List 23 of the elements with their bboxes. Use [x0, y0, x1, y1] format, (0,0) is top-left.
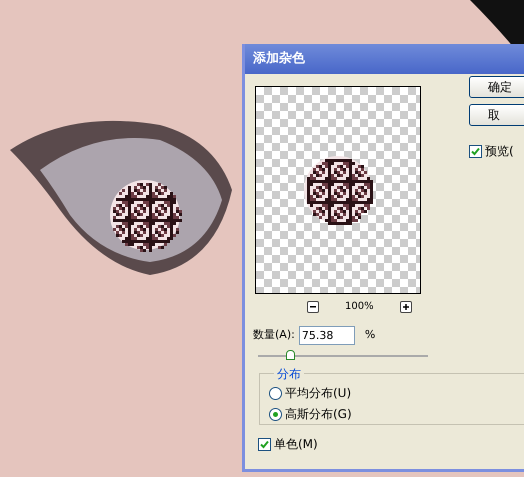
percent-unit: % [364, 327, 376, 344]
preview-label: 预览( [485, 143, 514, 160]
radio-button[interactable] [269, 386, 282, 400]
dialog-button[interactable]: 取 [469, 104, 524, 126]
zoom-out-button[interactable] [307, 300, 319, 312]
zoom-in-button[interactable] [400, 300, 412, 312]
minus-icon [310, 306, 316, 308]
dialog-button[interactable]: 确定 [469, 76, 524, 98]
zoom-level: 100% [345, 300, 374, 314]
noise-circle [110, 180, 182, 252]
checkbox[interactable] [258, 438, 271, 450]
amount-label: 数量(A): [253, 327, 295, 344]
radio-button[interactable] [269, 408, 282, 420]
radio-label: 高斯分布(G) [285, 406, 352, 423]
slider-thumb[interactable] [286, 350, 296, 360]
noise-circle [304, 156, 373, 225]
checkbox[interactable] [469, 144, 482, 158]
plus-icon [402, 304, 409, 310]
radio-label: 平均分布(U) [285, 385, 352, 402]
monochromatic-label: 单色(M) [274, 436, 318, 453]
group-title: 分布 [274, 365, 304, 383]
amount-field[interactable]: 75.38 [298, 326, 355, 345]
window-title: 添加杂色 [253, 50, 305, 68]
